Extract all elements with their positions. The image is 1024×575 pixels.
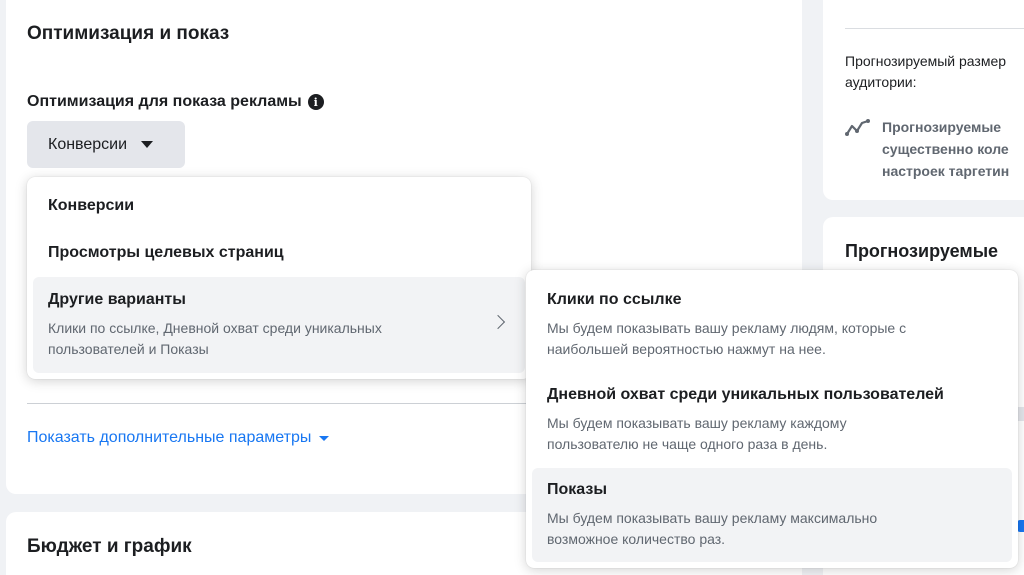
optimization-field-label-text: Оптимизация для показа рекламы (27, 93, 302, 110)
dropdown-item-other-options[interactable]: Другие варианты Клики по ссылке, Дневной… (33, 277, 525, 373)
submenu-item-description-line1: Мы будем показывать вашу рекламу людям, … (547, 320, 907, 336)
dropdown-item-conversions[interactable]: Конверсии (33, 189, 525, 225)
audience-notice-line3: настроек таргетин (882, 163, 1010, 179)
submenu-item-description: Мы будем показывать вашу рекламу людям, … (547, 318, 997, 360)
submenu-item-description: Мы будем показывать вашу рекламу каждому… (547, 413, 997, 455)
audience-notice-line1: Прогнозируемые (882, 119, 1002, 135)
show-more-options-link[interactable]: Показать дополнительные параметры (27, 429, 330, 447)
audience-size-label-line1: Прогнозируемый размер (845, 53, 1007, 69)
submenu-item-title: Клики по ссылке (547, 291, 682, 308)
optimization-select-value: Конверсии (48, 135, 128, 153)
audience-size-label-line2: аудитории: (845, 74, 917, 90)
submenu-item-title: Показы (547, 481, 607, 498)
trend-icon (845, 119, 870, 136)
optimization-select[interactable]: Конверсии (27, 121, 185, 168)
submenu-item-description-line2: возможное количество раз. (547, 531, 726, 547)
dropdown-item-description: Клики по ссылке, Дневной охват среди уни… (48, 318, 510, 360)
dropdown-item-description-line2: пользователей и Показы (48, 341, 209, 357)
submenu-item-description: Мы будем показывать вашу рекламу максима… (547, 508, 997, 550)
submenu-item-impressions[interactable]: Показы Мы будем показывать вашу рекламу … (532, 468, 1012, 562)
submenu-item-description-line2: наибольшей вероятностью нажмут на нее. (547, 341, 826, 357)
dropdown-item-title: Просмотры целевых страниц (48, 244, 284, 261)
section-title-budget: Бюджет и график (27, 536, 192, 557)
section-title-optimization: Оптимизация и показ (27, 23, 230, 44)
audience-size-card: Прогнозируемый размер аудитории: Прогноз… (823, 0, 1024, 200)
dropdown-item-description-line1: Клики по ссылке, Дневной охват среди уни… (48, 320, 382, 336)
caret-down-icon (141, 141, 154, 148)
submenu-item-description-line1: Мы будем показывать вашу рекламу максима… (547, 510, 878, 526)
audience-notice-line2: существенно коле (882, 141, 1009, 157)
submenu-item-daily-unique-reach[interactable]: Дневной охват среди уникальных пользоват… (532, 373, 1012, 463)
estimated-results-heading: Прогнозируемые (845, 241, 999, 261)
submenu-item-description-line1: Мы будем показывать вашу рекламу каждому (547, 415, 847, 431)
info-icon[interactable]: i (307, 94, 324, 110)
other-options-submenu: Клики по ссылке Мы будем показывать вашу… (526, 270, 1018, 568)
optimization-field-label: Оптимизация для показа рекламы i (27, 93, 324, 111)
submenu-item-title: Дневной охват среди уникальных пользоват… (547, 386, 944, 403)
submenu-item-description-line2: пользователю не чаще одного раза в день. (547, 436, 828, 452)
dropdown-item-landing-page-views[interactable]: Просмотры целевых страниц (33, 236, 525, 272)
caret-down-icon (319, 435, 330, 441)
show-more-options-text: Показать дополнительные параметры (27, 429, 312, 446)
dropdown-item-title: Другие варианты (48, 291, 186, 308)
submenu-item-link-clicks[interactable]: Клики по ссылке Мы будем показывать вашу… (532, 278, 1012, 368)
results-bar-fill (1017, 520, 1024, 532)
divider (845, 28, 1024, 29)
dropdown-item-title: Конверсии (48, 197, 135, 214)
optimization-dropdown: Конверсии Просмотры целевых страниц Друг… (27, 177, 531, 379)
